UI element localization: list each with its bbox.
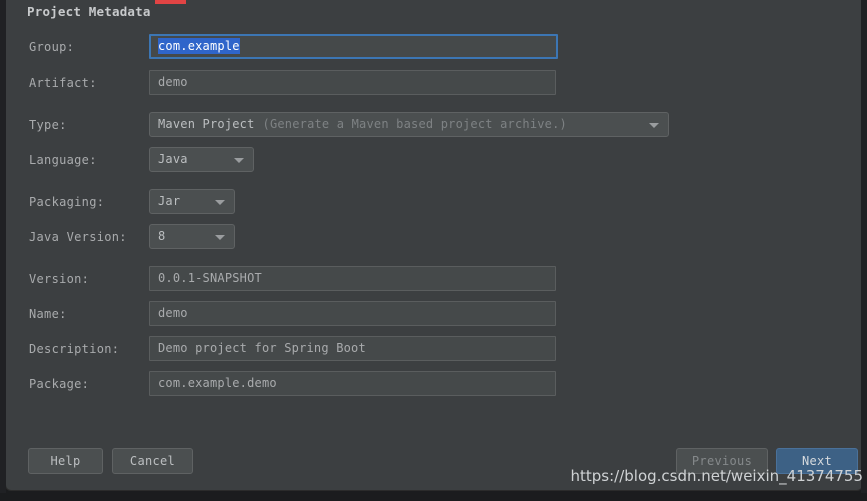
screen: Project Metadata Group: com.example Arti… [0, 0, 867, 501]
dialog-left-edge [0, 0, 6, 493]
packaging-dropdown-value: Jar [158, 194, 181, 208]
type-dropdown-hint: (Generate a Maven based project archive.… [262, 117, 567, 131]
group-input[interactable]: com.example [149, 34, 558, 59]
package-label: Package: [29, 377, 90, 391]
packaging-label: Packaging: [29, 195, 105, 209]
language-label: Language: [29, 153, 97, 167]
packaging-dropdown[interactable]: Jar [149, 189, 235, 214]
type-dropdown-value: Maven Project [158, 117, 255, 131]
red-marker [155, 0, 186, 4]
description-label: Description: [29, 342, 120, 356]
java-version-dropdown[interactable]: 8 [149, 224, 235, 249]
group-input-value: com.example [158, 38, 240, 54]
chevron-down-icon [649, 123, 659, 128]
group-label: Group: [29, 40, 75, 54]
java-version-dropdown-value: 8 [158, 229, 166, 243]
cancel-button[interactable]: Cancel [112, 448, 193, 474]
name-label: Name: [29, 307, 67, 321]
language-dropdown-value: Java [158, 152, 188, 166]
chevron-down-icon [234, 158, 244, 163]
project-metadata-dialog: Project Metadata Group: com.example Arti… [5, 0, 863, 491]
artifact-label: Artifact: [29, 76, 97, 90]
description-input[interactable]: Demo project for Spring Boot [149, 336, 556, 361]
dialog-right-edge [861, 0, 867, 493]
chevron-down-icon [215, 235, 225, 240]
name-input[interactable]: demo [149, 301, 556, 326]
page-title: Project Metadata [27, 4, 151, 19]
watermark: https://blog.csdn.net/weixin_41374755 [570, 467, 863, 485]
type-dropdown[interactable]: Maven Project (Generate a Maven based pro… [149, 112, 669, 137]
language-dropdown[interactable]: Java [149, 147, 254, 172]
type-label: Type: [29, 118, 67, 132]
version-label: Version: [29, 272, 90, 286]
package-input[interactable]: com.example.demo [149, 371, 556, 396]
chevron-down-icon [215, 200, 225, 205]
help-button[interactable]: Help [28, 448, 103, 474]
version-input[interactable]: 0.0.1-SNAPSHOT [149, 266, 556, 291]
artifact-input[interactable]: demo [149, 70, 556, 95]
java-version-label: Java Version: [29, 230, 127, 244]
